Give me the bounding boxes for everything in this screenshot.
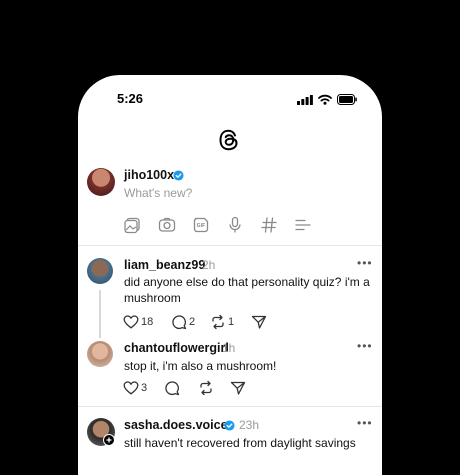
post-time: 23h	[239, 418, 260, 432]
battery-icon	[337, 94, 357, 105]
phone-screen: 5:26 jiho100x What's new? GIF liam_beanz…	[78, 75, 382, 475]
verified-icon	[173, 170, 184, 181]
composer-username: jiho100x	[124, 168, 175, 182]
gif-icon[interactable]: GIF	[192, 216, 210, 234]
repost-icon[interactable]	[210, 314, 226, 330]
post-avatar[interactable]	[87, 258, 113, 284]
heart-icon[interactable]	[123, 380, 139, 396]
more-icon[interactable]: •••	[357, 339, 373, 353]
wifi-icon	[318, 94, 332, 105]
post-text: still haven't recovered from daylight sa…	[124, 436, 356, 450]
repost-count: 1	[228, 316, 235, 328]
threads-logo-icon[interactable]	[217, 128, 241, 152]
post-text: stop it, i'm also a mushroom!	[124, 359, 277, 373]
comment-icon[interactable]	[171, 314, 187, 330]
svg-text:GIF: GIF	[197, 223, 206, 229]
post-username[interactable]: sasha.does.voices	[124, 418, 234, 432]
cellular-signal-icon	[297, 95, 313, 105]
follow-plus-icon[interactable]	[103, 434, 115, 446]
reply-count: 2	[189, 316, 196, 328]
thread-line	[99, 290, 101, 338]
more-icon[interactable]: •••	[357, 416, 373, 430]
image-icon[interactable]	[124, 216, 142, 234]
composer-divider	[78, 245, 382, 246]
status-time: 5:26	[117, 91, 144, 106]
more-icon[interactable]: •••	[357, 256, 373, 270]
composer-input[interactable]: What's new?	[124, 186, 192, 200]
post-time: 1h	[222, 341, 236, 355]
mic-icon[interactable]	[226, 216, 244, 234]
repost-icon[interactable]	[198, 380, 214, 396]
status-bar: 5:26	[78, 75, 382, 120]
list-icon[interactable]	[294, 216, 312, 234]
comment-icon[interactable]	[164, 380, 180, 396]
share-icon[interactable]	[251, 314, 267, 330]
post-avatar[interactable]	[87, 341, 113, 367]
composer-avatar[interactable]	[87, 168, 115, 196]
post-username[interactable]: liam_beanz99	[124, 258, 205, 272]
post-username[interactable]: chantouflowergirl	[124, 341, 229, 355]
verified-icon	[224, 420, 235, 431]
heart-icon[interactable]	[123, 314, 139, 330]
like-count: 3	[141, 382, 148, 394]
share-icon[interactable]	[230, 380, 246, 396]
post-time: 2h	[202, 258, 216, 272]
post-text: did anyone else do that personality quiz…	[124, 275, 370, 305]
like-count: 18	[141, 316, 154, 328]
hashtag-icon[interactable]	[260, 216, 278, 234]
camera-icon[interactable]	[158, 216, 176, 234]
post-divider	[78, 406, 382, 407]
